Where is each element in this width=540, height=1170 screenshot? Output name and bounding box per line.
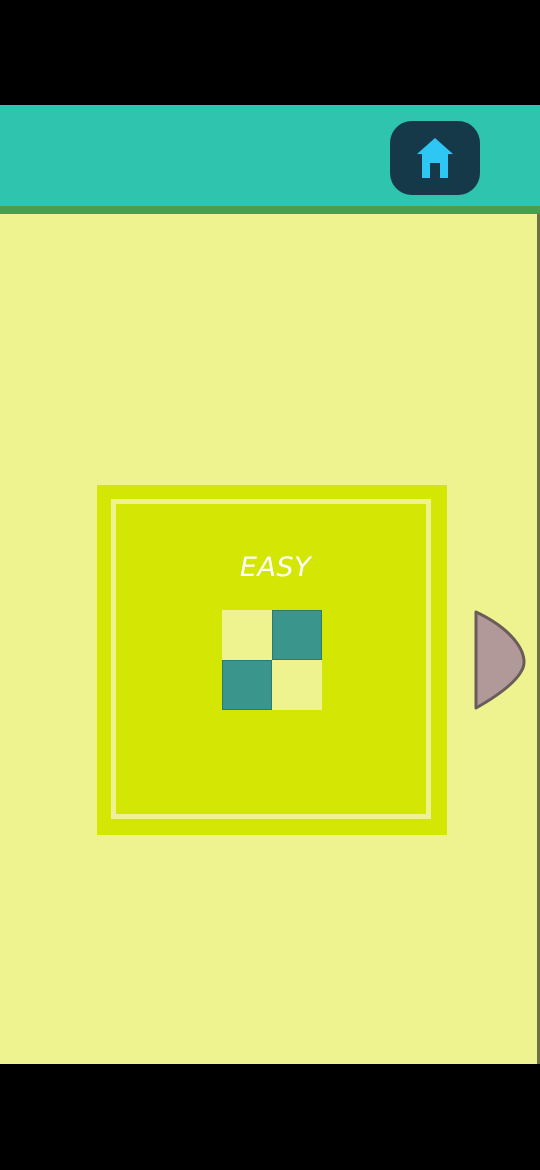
game-screen: EASY [0, 0, 540, 1170]
home-button[interactable] [390, 121, 480, 195]
preview-tile-light [222, 610, 272, 660]
level-card-easy[interactable]: EASY [97, 485, 447, 835]
navigation-bar-area [0, 1064, 540, 1170]
preview-tile-dark [272, 610, 322, 660]
level-preview-grid [222, 610, 322, 710]
preview-tile-dark [222, 660, 272, 710]
next-level-button[interactable] [474, 610, 526, 710]
next-arrow-icon [474, 610, 526, 710]
status-bar-area [0, 0, 540, 105]
header-divider [0, 206, 540, 214]
preview-tile-light [272, 660, 322, 710]
home-icon [415, 136, 455, 180]
level-difficulty-label: EASY [239, 552, 312, 583]
